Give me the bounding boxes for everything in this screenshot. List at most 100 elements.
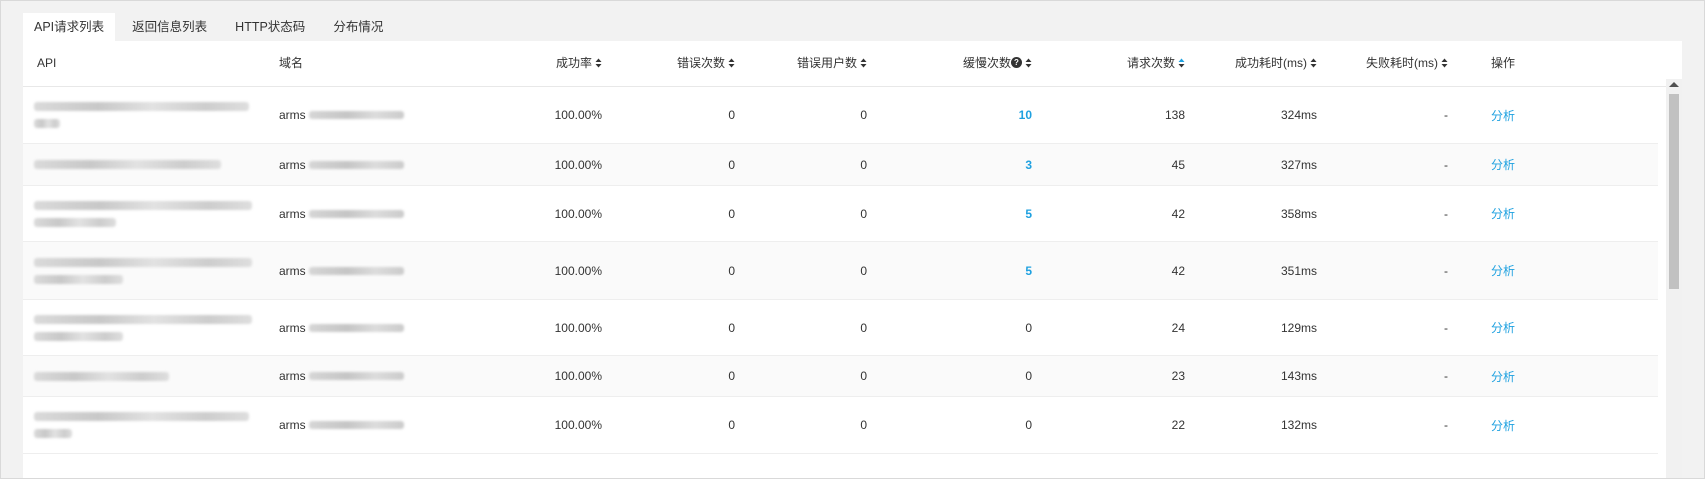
redacted-api-name (34, 314, 252, 341)
success-rate-cell: 100.00% (554, 206, 602, 221)
vertical-scrollbar[interactable] (1666, 79, 1682, 478)
success-rate-cell: 100.00% (554, 418, 602, 432)
scrollbar-thumb[interactable] (1669, 94, 1679, 289)
analyze-link[interactable]: 分析 (1491, 300, 1531, 355)
table-row: arms 100.00% 0 0 0 22 132ms - 分析 (23, 397, 1658, 454)
redacted-domain (308, 266, 404, 275)
table-row: arms 100.00% 0 0 5 42 358ms - 分析 (23, 186, 1658, 242)
domain-text: arms (279, 418, 306, 432)
column-header-success-rate[interactable]: 成功率 (523, 41, 602, 86)
api-cell (34, 300, 264, 355)
tab-response-info-list[interactable]: 返回信息列表 (121, 13, 218, 41)
slow-count-cell: 0 (1025, 418, 1032, 432)
error-count-cell: 0 (728, 320, 735, 335)
analyze-link[interactable]: 分析 (1491, 144, 1531, 185)
fail-time-cell: - (1444, 418, 1448, 432)
column-header-slow-count[interactable]: 缓慢次数? (923, 41, 1032, 86)
table-row: arms 100.00% 0 0 0 24 129ms - 分析 (23, 300, 1658, 356)
tab-api-request-list[interactable]: API请求列表 (23, 13, 116, 41)
api-cell (34, 397, 264, 453)
question-circle-icon[interactable]: ? (1011, 57, 1022, 69)
column-label: 失败耗时(ms) (1366, 56, 1438, 70)
sort-icon[interactable] (1025, 58, 1032, 68)
slow-count-cell[interactable]: 5 (923, 186, 1032, 241)
column-header-error-count[interactable]: 错误次数 (643, 41, 735, 86)
error-users-cell: 0 (860, 108, 867, 122)
slow-count-cell[interactable]: 10 (923, 87, 1032, 143)
request-count-cell: 22 (1171, 418, 1185, 432)
request-count-cell: 23 (1171, 369, 1185, 383)
domain-text: arms (279, 263, 306, 278)
tab-bar: API请求列表 返回信息列表 HTTP状态码 分布情况 (23, 13, 400, 41)
domain-cell: arms (279, 186, 439, 241)
fail-time-cell: - (1444, 263, 1448, 278)
analyze-link[interactable]: 分析 (1491, 186, 1531, 241)
api-cell (34, 144, 264, 185)
column-label: 错误次数 (676, 56, 725, 70)
table-header: API 域名 成功率 错误次数 错误用户数 缓慢次数? 请求次数 成功耗时(ms… (23, 41, 1682, 87)
fail-time-cell: - (1444, 157, 1448, 172)
api-cell (34, 356, 264, 396)
request-count-cell: 138 (1164, 108, 1185, 122)
error-count-cell: 0 (728, 157, 735, 172)
success-time-cell: 129ms (1280, 320, 1317, 335)
request-count-cell: 24 (1171, 320, 1185, 335)
slow-count-cell: 0 (1025, 369, 1032, 383)
redacted-domain (308, 160, 404, 169)
column-label: 成功率 (555, 56, 592, 70)
slow-count-cell[interactable]: 3 (923, 144, 1032, 185)
redacted-domain (308, 421, 404, 429)
sort-icon[interactable] (1441, 58, 1448, 68)
column-label: 域名 (279, 56, 304, 70)
redacted-api-name (34, 371, 169, 381)
api-cell (34, 87, 264, 143)
error-users-cell: 0 (860, 206, 867, 221)
api-cell (34, 242, 264, 299)
column-header-api: API (37, 41, 56, 86)
redacted-api-name (34, 412, 249, 438)
sort-icon[interactable] (1178, 58, 1185, 68)
column-header-success-time[interactable]: 成功耗时(ms) (1213, 41, 1317, 86)
column-label: 请求次数 (1126, 56, 1175, 70)
domain-cell: arms (279, 242, 439, 299)
success-rate-cell: 100.00% (554, 369, 602, 383)
fail-time-cell: - (1444, 206, 1448, 221)
analyze-link[interactable]: 分析 (1491, 87, 1531, 143)
column-header-request-count[interactable]: 请求次数 (1103, 41, 1185, 86)
domain-cell: arms (279, 87, 439, 143)
redacted-domain (308, 372, 404, 380)
sort-icon[interactable] (595, 58, 602, 68)
column-label: 缓慢次数 (962, 56, 1011, 70)
analyze-link[interactable]: 分析 (1491, 397, 1531, 453)
error-users-cell: 0 (860, 369, 867, 383)
scroll-up-arrow-icon[interactable] (1669, 82, 1679, 87)
error-count-cell: 0 (728, 263, 735, 278)
tab-http-status-code[interactable]: HTTP状态码 (224, 13, 316, 41)
success-rate-cell: 100.00% (554, 157, 602, 172)
analyze-link[interactable]: 分析 (1491, 242, 1531, 299)
redacted-text (34, 217, 116, 227)
request-count-cell: 42 (1171, 206, 1185, 221)
success-time-cell: 143ms (1280, 369, 1317, 383)
analyze-link[interactable]: 分析 (1491, 356, 1531, 396)
column-header-fail-time[interactable]: 失败耗时(ms) (1343, 41, 1448, 86)
request-count-cell: 42 (1171, 263, 1185, 278)
tab-distribution[interactable]: 分布情况 (322, 13, 394, 41)
redacted-api-name (34, 102, 249, 128)
error-users-cell: 0 (860, 320, 867, 335)
redacted-domain (308, 323, 404, 332)
domain-text: arms (279, 157, 306, 172)
success-rate-cell: 100.00% (554, 108, 602, 122)
sort-icon[interactable] (728, 58, 735, 68)
sort-icon[interactable] (860, 58, 867, 68)
redacted-domain (308, 209, 404, 218)
redacted-text (34, 102, 249, 111)
error-count-cell: 0 (728, 418, 735, 432)
domain-text: arms (279, 206, 306, 221)
column-header-error-users[interactable]: 错误用户数 (763, 41, 867, 86)
success-time-cell: 132ms (1280, 418, 1317, 432)
sort-icon[interactable] (1310, 58, 1317, 68)
slow-count-cell[interactable]: 5 (923, 242, 1032, 299)
redacted-text (34, 200, 252, 210)
redacted-text (34, 160, 221, 169)
